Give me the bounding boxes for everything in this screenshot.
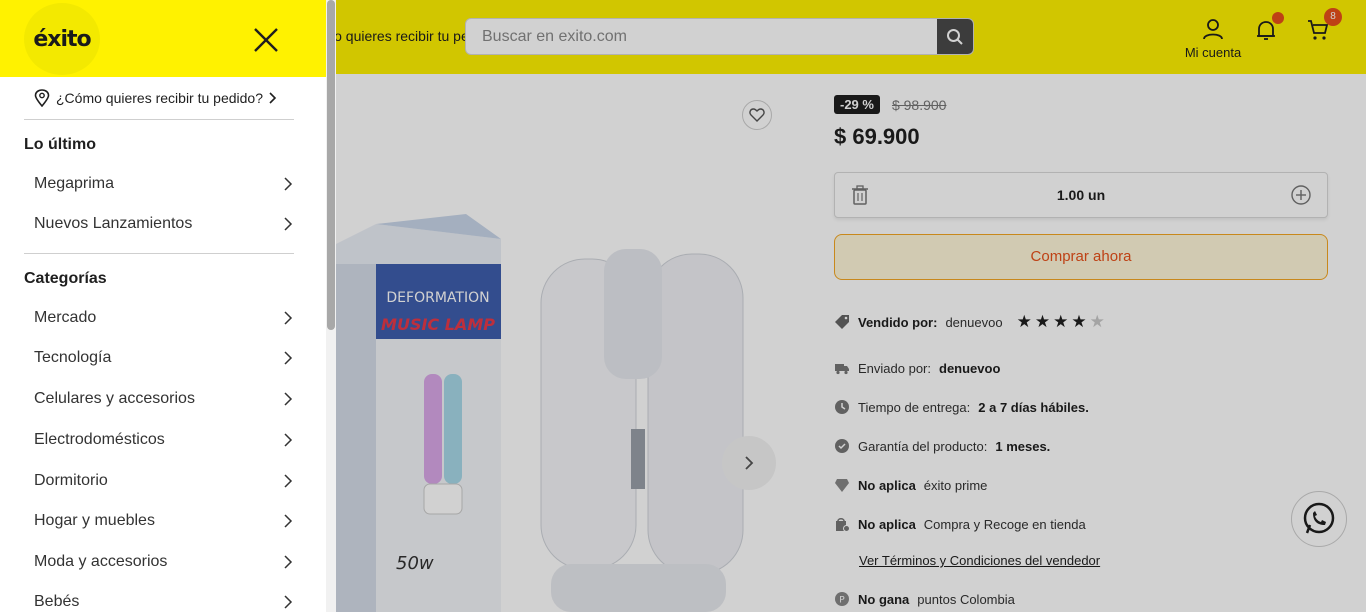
- chevron-right-icon: [284, 311, 293, 325]
- chevron-right-icon: [284, 177, 293, 191]
- chevron-right-icon: [284, 514, 293, 528]
- menu-scrollbar-thumb[interactable]: [327, 0, 335, 330]
- exito-logo[interactable]: éxito: [24, 3, 100, 75]
- menu-item-celulares[interactable]: Celulares y accesorios: [34, 387, 294, 411]
- close-icon: [254, 28, 278, 52]
- menu-item-moda[interactable]: Moda y accesorios: [34, 550, 294, 574]
- menu-delivery-label: ¿Cómo quieres recibir tu pedido?: [56, 90, 263, 106]
- menu-item-nuevos-lanzamientos[interactable]: Nuevos Lanzamientos: [34, 212, 294, 236]
- chevron-right-icon: [284, 351, 293, 365]
- chevron-right-icon: [284, 217, 293, 231]
- side-menu: éxito ¿Cómo quieres recibir tu pedido? L…: [0, 0, 336, 612]
- section-title-categories: Categorías: [24, 270, 107, 287]
- menu-item-megaprima[interactable]: Megaprima: [34, 172, 294, 196]
- menu-item-electrodomesticos[interactable]: Electrodomésticos: [34, 428, 294, 452]
- menu-item-tecnologia[interactable]: Tecnología: [34, 346, 294, 370]
- chevron-right-icon: [269, 92, 277, 104]
- menu-item-bebes[interactable]: Bebés: [34, 590, 294, 612]
- chevron-right-icon: [284, 392, 293, 406]
- menu-item-mercado[interactable]: Mercado: [34, 306, 294, 330]
- menu-item-label: Hogar y muebles: [34, 512, 155, 529]
- side-menu-header: éxito: [0, 0, 326, 77]
- menu-item-label: Electrodomésticos: [34, 431, 165, 448]
- chevron-right-icon: [284, 555, 293, 569]
- menu-item-label: Moda y accesorios: [34, 553, 168, 570]
- chevron-right-icon: [284, 474, 293, 488]
- menu-item-label: Dormitorio: [34, 472, 108, 489]
- chevron-right-icon: [284, 433, 293, 447]
- divider: [24, 253, 294, 254]
- menu-item-label: Celulares y accesorios: [34, 390, 195, 407]
- logo-text: éxito: [33, 26, 91, 52]
- menu-item-label: Mercado: [34, 309, 97, 326]
- close-menu-button[interactable]: [250, 24, 282, 56]
- menu-delivery-selector[interactable]: ¿Cómo quieres recibir tu pedido?: [34, 89, 277, 107]
- section-title-latest: Lo último: [24, 136, 96, 153]
- menu-item-label: Nuevos Lanzamientos: [34, 215, 193, 232]
- location-pin-icon: [34, 89, 50, 107]
- menu-item-hogar[interactable]: Hogar y muebles: [34, 509, 294, 533]
- chevron-right-icon: [284, 595, 293, 609]
- menu-item-dormitorio[interactable]: Dormitorio: [34, 469, 294, 493]
- menu-item-label: Tecnología: [34, 349, 112, 366]
- menu-item-label: Bebés: [34, 593, 80, 610]
- menu-item-label: Megaprima: [34, 175, 115, 192]
- divider: [24, 119, 294, 120]
